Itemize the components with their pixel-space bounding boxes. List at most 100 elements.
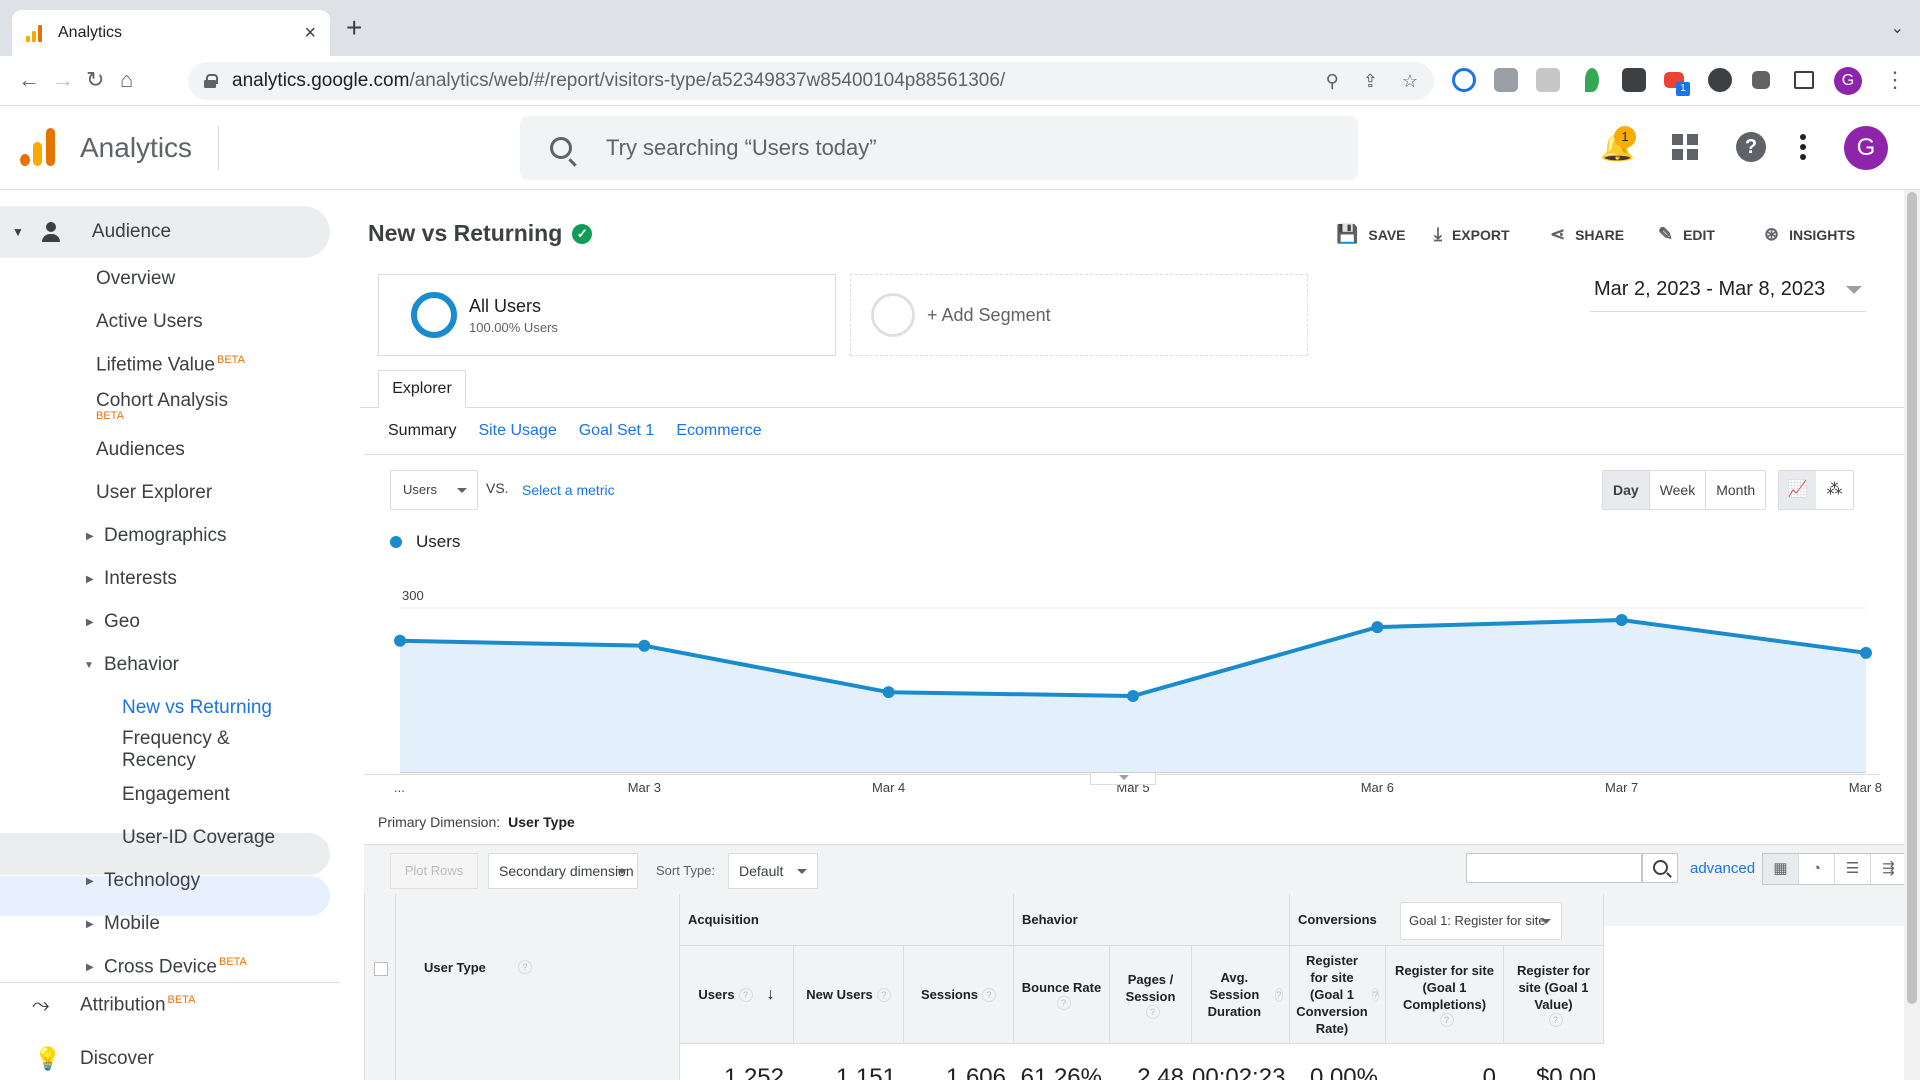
- column-avg-session-duration[interactable]: Avg. Session Duration?: [1192, 946, 1290, 1044]
- close-tab-icon[interactable]: ×: [304, 22, 316, 45]
- active-extension-icon[interactable]: [1708, 68, 1732, 92]
- sidebar-item-discover[interactable]: Discover: [80, 1048, 154, 1070]
- sidebar-item-lifetime-value[interactable]: Lifetime Value BETA: [96, 354, 245, 376]
- table-filter-input[interactable]: [1466, 853, 1642, 883]
- home-icon[interactable]: ⌂: [120, 68, 133, 92]
- forward-arrow-icon[interactable]: →: [52, 68, 74, 92]
- apps-grid-icon[interactable]: [1672, 134, 1698, 160]
- select-metric-link[interactable]: Select a metric: [522, 482, 615, 498]
- help-question-icon[interactable]: ?: [876, 987, 891, 1002]
- address-bar[interactable]: analytics.google.com/analytics/web/#/rep…: [188, 62, 1434, 100]
- period-day-button[interactable]: Day: [1603, 471, 1650, 509]
- export-button[interactable]: ⤓ EXPORT: [1434, 224, 1510, 245]
- column-users[interactable]: Users? ↓: [680, 946, 794, 1044]
- help-question-icon[interactable]: ?: [1548, 1013, 1563, 1027]
- date-range-picker[interactable]: Mar 2, 2023 - Mar 8, 2023: [1590, 278, 1866, 312]
- tab-search-chevron-icon[interactable]: ⌄: [1891, 18, 1904, 38]
- camera-extension-icon[interactable]: [1494, 68, 1518, 92]
- line-chart-icon[interactable]: 📈: [1779, 471, 1816, 509]
- performance-view-icon[interactable]: ☰: [1835, 854, 1871, 884]
- sidebar-item-attribution[interactable]: Attribution BETA: [80, 994, 195, 1016]
- save-button[interactable]: 💾 SAVE: [1336, 224, 1406, 245]
- lock-icon[interactable]: [204, 74, 218, 88]
- data-point[interactable]: [882, 686, 895, 699]
- analytics-logo-icon[interactable]: [20, 128, 56, 166]
- data-table-view-icon[interactable]: ▦: [1763, 854, 1799, 884]
- sidebar-item-mobile[interactable]: Mobile: [104, 913, 160, 935]
- analytics-search[interactable]: [520, 116, 1358, 180]
- share-page-icon[interactable]: ⇪: [1363, 71, 1378, 92]
- browser-menu-icon[interactable]: ⋮: [1884, 68, 1906, 92]
- help-question-icon[interactable]: ?: [1439, 1013, 1454, 1027]
- back-arrow-icon[interactable]: ←: [18, 68, 40, 92]
- period-month-button[interactable]: Month: [1706, 471, 1765, 509]
- column-bounce-rate[interactable]: Bounce Rate?: [1014, 946, 1110, 1044]
- period-week-button[interactable]: Week: [1650, 471, 1707, 509]
- data-point[interactable]: [1371, 621, 1384, 634]
- chart-collapse-handle[interactable]: [1090, 773, 1156, 785]
- more-options-icon[interactable]: [1800, 134, 1806, 160]
- sidebar-item-user-id-coverage[interactable]: User-ID Coverage: [122, 827, 275, 849]
- data-point[interactable]: [1127, 690, 1139, 703]
- extensions-puzzle-icon[interactable]: [1752, 71, 1770, 89]
- subtab-site-usage[interactable]: Site Usage: [478, 422, 556, 440]
- tab-explorer[interactable]: Explorer: [378, 370, 466, 408]
- browser-tab[interactable]: Analytics ×: [12, 10, 330, 56]
- sort-arrow-down-icon[interactable]: ↓: [767, 986, 775, 1003]
- advanced-filter-link[interactable]: advanced: [1690, 860, 1755, 877]
- new-tab-button[interactable]: +: [346, 14, 362, 42]
- side-panel-icon[interactable]: [1794, 71, 1814, 89]
- help-question-icon[interactable]: ?: [738, 987, 753, 1002]
- select-all-checkbox[interactable]: [374, 962, 388, 976]
- sidebar-item-cohort-analysis[interactable]: Cohort Analysis BETA: [96, 390, 228, 422]
- sidebar-item-new-vs-returning[interactable]: New vs Returning: [122, 697, 272, 719]
- secondary-dimension-select[interactable]: Secondary dimension: [488, 853, 638, 889]
- scrollbar-thumb[interactable]: [1907, 192, 1917, 1004]
- table-search-icon[interactable]: [1642, 853, 1678, 883]
- comparison-view-icon[interactable]: ⇶: [1871, 854, 1904, 884]
- goal-select[interactable]: Goal 1: Register for site: [1400, 902, 1562, 940]
- help-question-icon[interactable]: ?: [1371, 987, 1379, 1002]
- browser-profile-avatar[interactable]: G: [1834, 67, 1862, 95]
- column-sessions[interactable]: Sessions?: [904, 946, 1014, 1044]
- data-point[interactable]: [638, 639, 651, 652]
- page-scrollbar[interactable]: [1904, 190, 1920, 1080]
- insights-button[interactable]: ⊛ INSIGHTS: [1764, 224, 1855, 245]
- column-goal-completions[interactable]: Register for site (Goal 1 Completions)?: [1386, 946, 1504, 1044]
- account-avatar[interactable]: G: [1844, 126, 1888, 170]
- primary-dimension-value[interactable]: User Type: [508, 814, 575, 830]
- help-question-icon[interactable]: ?: [1056, 996, 1071, 1010]
- password-manager-extension-icon[interactable]: [1452, 68, 1476, 92]
- map-pin-extension-icon[interactable]: [1585, 68, 1599, 92]
- sidebar-item-engagement[interactable]: Engagement: [122, 784, 230, 806]
- extension-icon[interactable]: [1536, 68, 1560, 92]
- sidebar-item-audiences[interactable]: Audiences: [96, 439, 185, 461]
- sidebar-item-geo[interactable]: Geo: [104, 611, 140, 633]
- sidebar-item-demographics[interactable]: Demographics: [104, 525, 227, 547]
- add-segment-button[interactable]: + Add Segment: [850, 274, 1308, 356]
- column-new-users[interactable]: New Users?: [794, 946, 904, 1044]
- sidebar-item-interests[interactable]: Interests: [104, 568, 177, 590]
- help-question-icon[interactable]: ?: [1274, 987, 1283, 1002]
- metric-select[interactable]: Users: [390, 470, 478, 510]
- sidebar-item-overview[interactable]: Overview: [96, 268, 175, 290]
- data-point[interactable]: [1860, 646, 1872, 659]
- sort-type-select[interactable]: Default: [728, 853, 818, 889]
- zoom-search-icon[interactable]: ⚲: [1326, 71, 1339, 92]
- subtab-goal-set-1[interactable]: Goal Set 1: [579, 422, 655, 440]
- data-point[interactable]: [394, 634, 406, 647]
- analytics-brand[interactable]: Analytics: [80, 132, 192, 164]
- data-point[interactable]: [1615, 614, 1628, 627]
- sidebar-item-behavior[interactable]: Behavior: [104, 654, 179, 676]
- reload-icon[interactable]: ↻: [86, 68, 104, 92]
- plot-rows-button[interactable]: Plot Rows: [390, 853, 478, 889]
- subtab-ecommerce[interactable]: Ecommerce: [676, 422, 761, 440]
- sidebar-item-user-explorer[interactable]: User Explorer: [96, 482, 212, 504]
- url-text[interactable]: analytics.google.com/analytics/web/#/rep…: [232, 70, 1302, 92]
- pie-view-icon[interactable]: ◔: [1799, 854, 1835, 884]
- bookmark-star-icon[interactable]: ☆: [1402, 71, 1418, 92]
- column-goal-conversion-rate[interactable]: Register for site (Goal 1 Conversion Rat…: [1290, 946, 1386, 1044]
- segment-all-users[interactable]: All Users 100.00% Users: [378, 274, 836, 356]
- help-question-icon[interactable]: ?: [518, 960, 532, 974]
- help-question-icon[interactable]: ?: [1145, 1004, 1160, 1019]
